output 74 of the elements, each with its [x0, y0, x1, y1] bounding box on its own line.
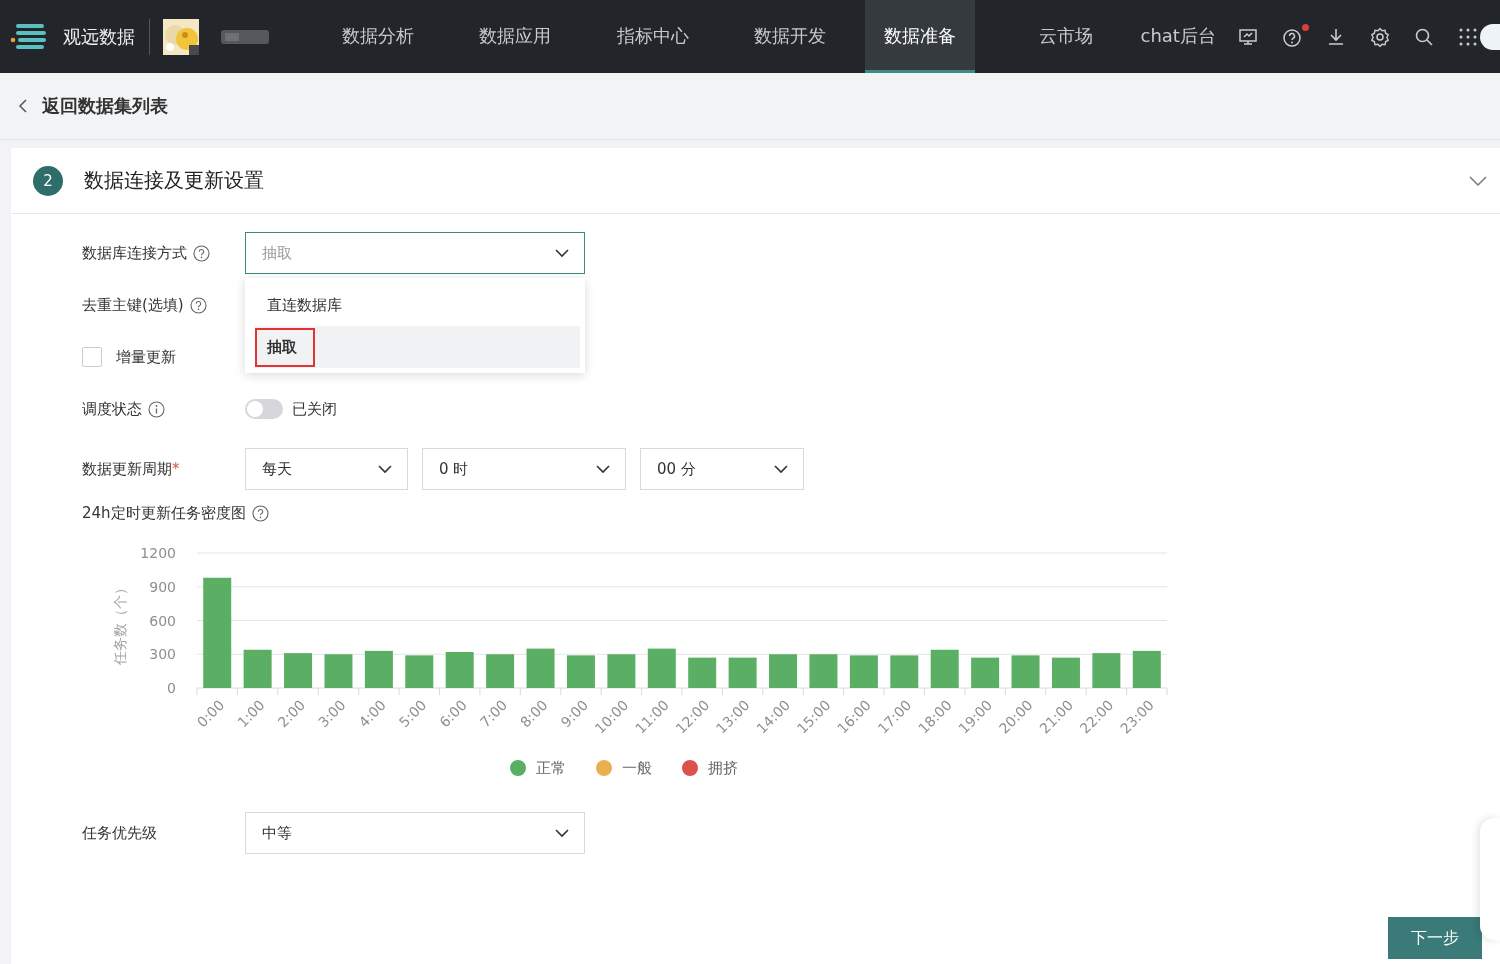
- section-title: 数据连接及更新设置: [84, 167, 264, 194]
- bar: [971, 657, 1000, 688]
- info-icon[interactable]: [148, 400, 165, 418]
- bar: [769, 654, 798, 688]
- bar: [1011, 655, 1040, 688]
- bar: [364, 650, 393, 688]
- bar: [607, 654, 636, 688]
- checkbox[interactable]: [82, 347, 102, 367]
- bar: [1092, 653, 1121, 688]
- bar: [405, 655, 434, 688]
- settings-icon[interactable]: [1369, 26, 1390, 47]
- field-label: 数据库连接方式: [82, 243, 187, 263]
- toggle-switch[interactable]: [245, 399, 283, 419]
- required-mark: *: [172, 460, 180, 478]
- bar: [930, 649, 959, 688]
- dropdown-option[interactable]: 抽取: [255, 326, 580, 368]
- legend-label: 正常: [536, 758, 566, 778]
- bar: [728, 657, 757, 688]
- bar: [647, 648, 676, 688]
- nav-tab[interactable]: chat后台: [1140, 0, 1216, 73]
- help-icon[interactable]: [1281, 26, 1302, 47]
- bar: [486, 654, 515, 688]
- bar: [526, 648, 555, 688]
- bar: [284, 653, 313, 688]
- back-link[interactable]: 返回数据集列表: [18, 94, 168, 118]
- bar: [445, 652, 474, 688]
- field-label: 数据更新周期: [82, 459, 172, 479]
- bar: [324, 654, 353, 688]
- bar: [688, 657, 717, 688]
- nav-tab[interactable]: 指标中心: [584, 0, 722, 73]
- bar: [1051, 657, 1080, 688]
- nav-tab[interactable]: 数据应用: [446, 0, 584, 73]
- legend-label: 一般: [622, 758, 652, 778]
- bar: [566, 655, 595, 688]
- field-label: 24h定时更新任务密度图: [82, 504, 246, 523]
- bar: [243, 649, 272, 688]
- y-tick-label: 1200: [140, 545, 176, 561]
- field-label: 去重主键(选填): [82, 295, 184, 315]
- select-field[interactable]: 中等: [245, 812, 585, 854]
- help-icon[interactable]: [193, 244, 210, 262]
- apps-grid-icon[interactable]: [1457, 26, 1478, 47]
- nav-tab[interactable]: 云市场: [997, 0, 1135, 73]
- y-tick-label: 900: [149, 578, 176, 595]
- y-tick-label: 300: [149, 646, 176, 663]
- notification-dot: [1301, 23, 1309, 31]
- bar: [849, 655, 878, 688]
- step-number: 2: [33, 165, 63, 196]
- y-tick-label: 600: [149, 612, 176, 629]
- help-icon[interactable]: [189, 296, 207, 314]
- dropdown-option[interactable]: 直连数据库: [255, 284, 580, 326]
- select-field[interactable]: 00 分: [640, 448, 804, 490]
- logo-icon[interactable]: [10, 21, 46, 52]
- highlight-box: 抽取: [255, 327, 315, 367]
- y-tick-label: 0: [167, 680, 176, 696]
- bar: [1132, 650, 1161, 688]
- y-axis-title: 任务数（个）: [112, 580, 128, 665]
- next-button[interactable]: 下一步: [1388, 917, 1482, 959]
- monitor-icon[interactable]: [1237, 26, 1258, 47]
- bar: [890, 655, 919, 688]
- legend-label: 拥挤: [708, 758, 738, 778]
- switch-status-text: 已关闭: [292, 399, 337, 419]
- help-icon[interactable]: [251, 505, 269, 522]
- user-avatar[interactable]: [1480, 23, 1500, 50]
- nav-tab[interactable]: 数据开发: [721, 0, 859, 73]
- brand-name[interactable]: 观远数据: [63, 24, 135, 49]
- select-field[interactable]: 0 时: [422, 448, 626, 490]
- bar: [809, 654, 838, 688]
- search-icon[interactable]: [1413, 26, 1434, 47]
- nav-tab[interactable]: 数据分析: [309, 0, 447, 73]
- nav-tab[interactable]: 数据准备: [865, 0, 975, 73]
- checkbox-label: 增量更新: [116, 347, 176, 367]
- field-label: 调度状态: [82, 399, 142, 419]
- select-field[interactable]: 每天: [245, 448, 408, 490]
- field-label: 任务优先级: [82, 823, 157, 843]
